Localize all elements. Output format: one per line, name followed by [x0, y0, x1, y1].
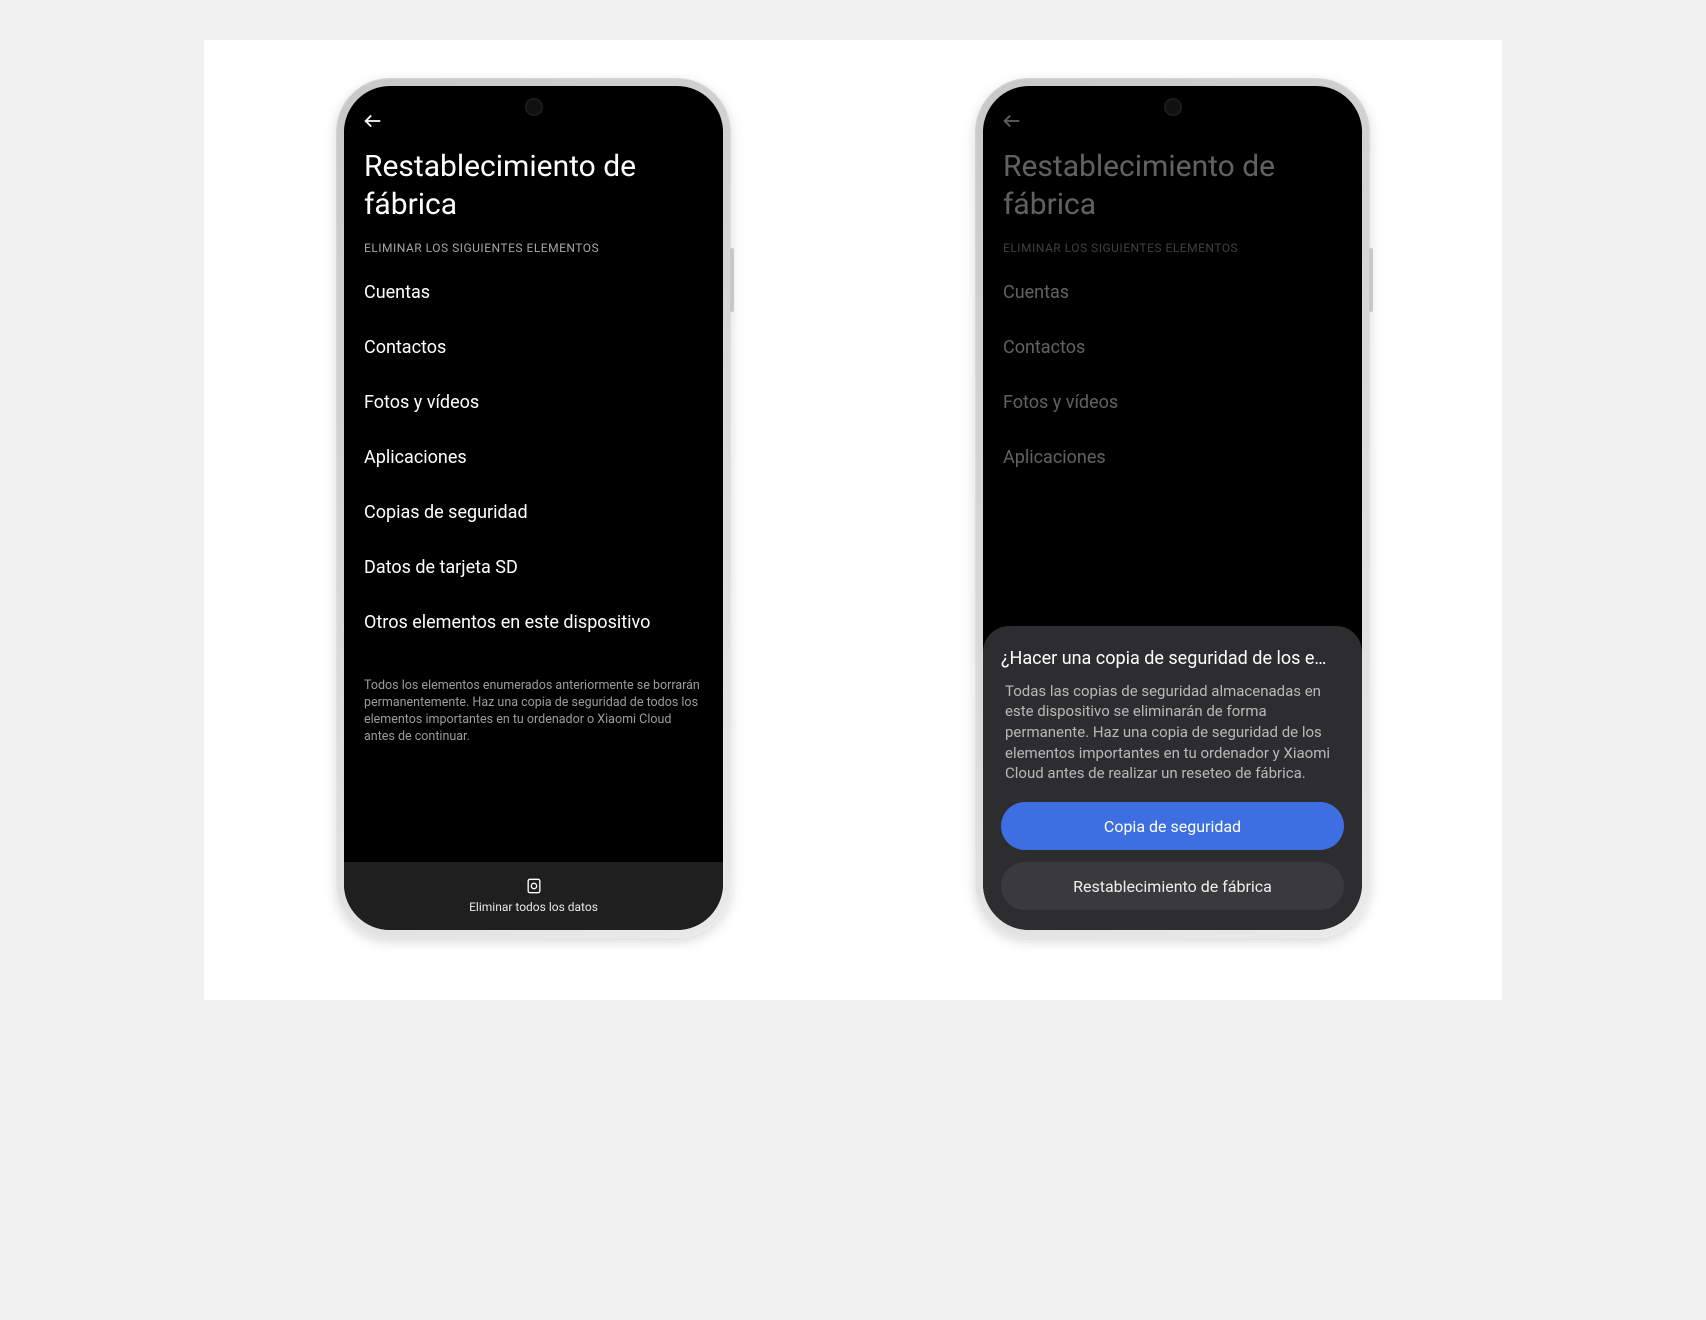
erase-all-data-button[interactable]: Eliminar todos los datos — [344, 862, 723, 930]
backup-button[interactable]: Copia de seguridad — [1001, 802, 1344, 850]
list-item: Cuentas — [1003, 265, 1342, 320]
list-item: Fotos y vídeos — [1003, 375, 1342, 430]
phone-mockup-left: Restablecimiento de fábrica ELIMINAR LOS… — [336, 78, 731, 938]
sheet-body-text: Todas las copias de seguridad almacenada… — [1001, 681, 1344, 784]
list-item: Contactos — [1003, 320, 1342, 375]
back-arrow-icon[interactable] — [1001, 110, 1023, 132]
sheet-title: ¿Hacer una copia de seguridad de los e… — [1001, 648, 1344, 669]
phone-mockup-right: Restablecimiento de fábrica ELIMINAR LOS… — [975, 78, 1370, 938]
front-camera — [525, 98, 543, 116]
disclaimer-text: Todos los elementos enumerados anteriorm… — [364, 678, 703, 746]
list-item: Otros elementos en este dispositivo — [364, 595, 703, 650]
settings-content: Restablecimiento de fábrica ELIMINAR LOS… — [344, 132, 723, 862]
section-caption: ELIMINAR LOS SIGUIENTES ELEMENTOS — [1003, 241, 1342, 255]
list-item: Aplicaciones — [364, 430, 703, 485]
power-button-hardware — [730, 248, 734, 312]
back-arrow-icon[interactable] — [362, 110, 384, 132]
list-item: Contactos — [364, 320, 703, 375]
list-item: Aplicaciones — [1003, 430, 1342, 485]
list-item: Fotos y vídeos — [364, 375, 703, 430]
backup-confirm-sheet: ¿Hacer una copia de seguridad de los e… … — [983, 626, 1362, 930]
list-item: Copias de seguridad — [364, 485, 703, 540]
page-title: Restablecimiento de fábrica — [1003, 148, 1342, 223]
erase-button-label: Eliminar todos los datos — [469, 900, 598, 914]
power-button-hardware — [1369, 248, 1373, 312]
page-title: Restablecimiento de fábrica — [364, 148, 703, 223]
erase-icon — [524, 876, 544, 896]
list-item: Datos de tarjeta SD — [364, 540, 703, 595]
front-camera — [1164, 98, 1182, 116]
list-item: Cuentas — [364, 265, 703, 320]
section-caption: ELIMINAR LOS SIGUIENTES ELEMENTOS — [364, 241, 703, 255]
factory-reset-button[interactable]: Restablecimiento de fábrica — [1001, 862, 1344, 910]
